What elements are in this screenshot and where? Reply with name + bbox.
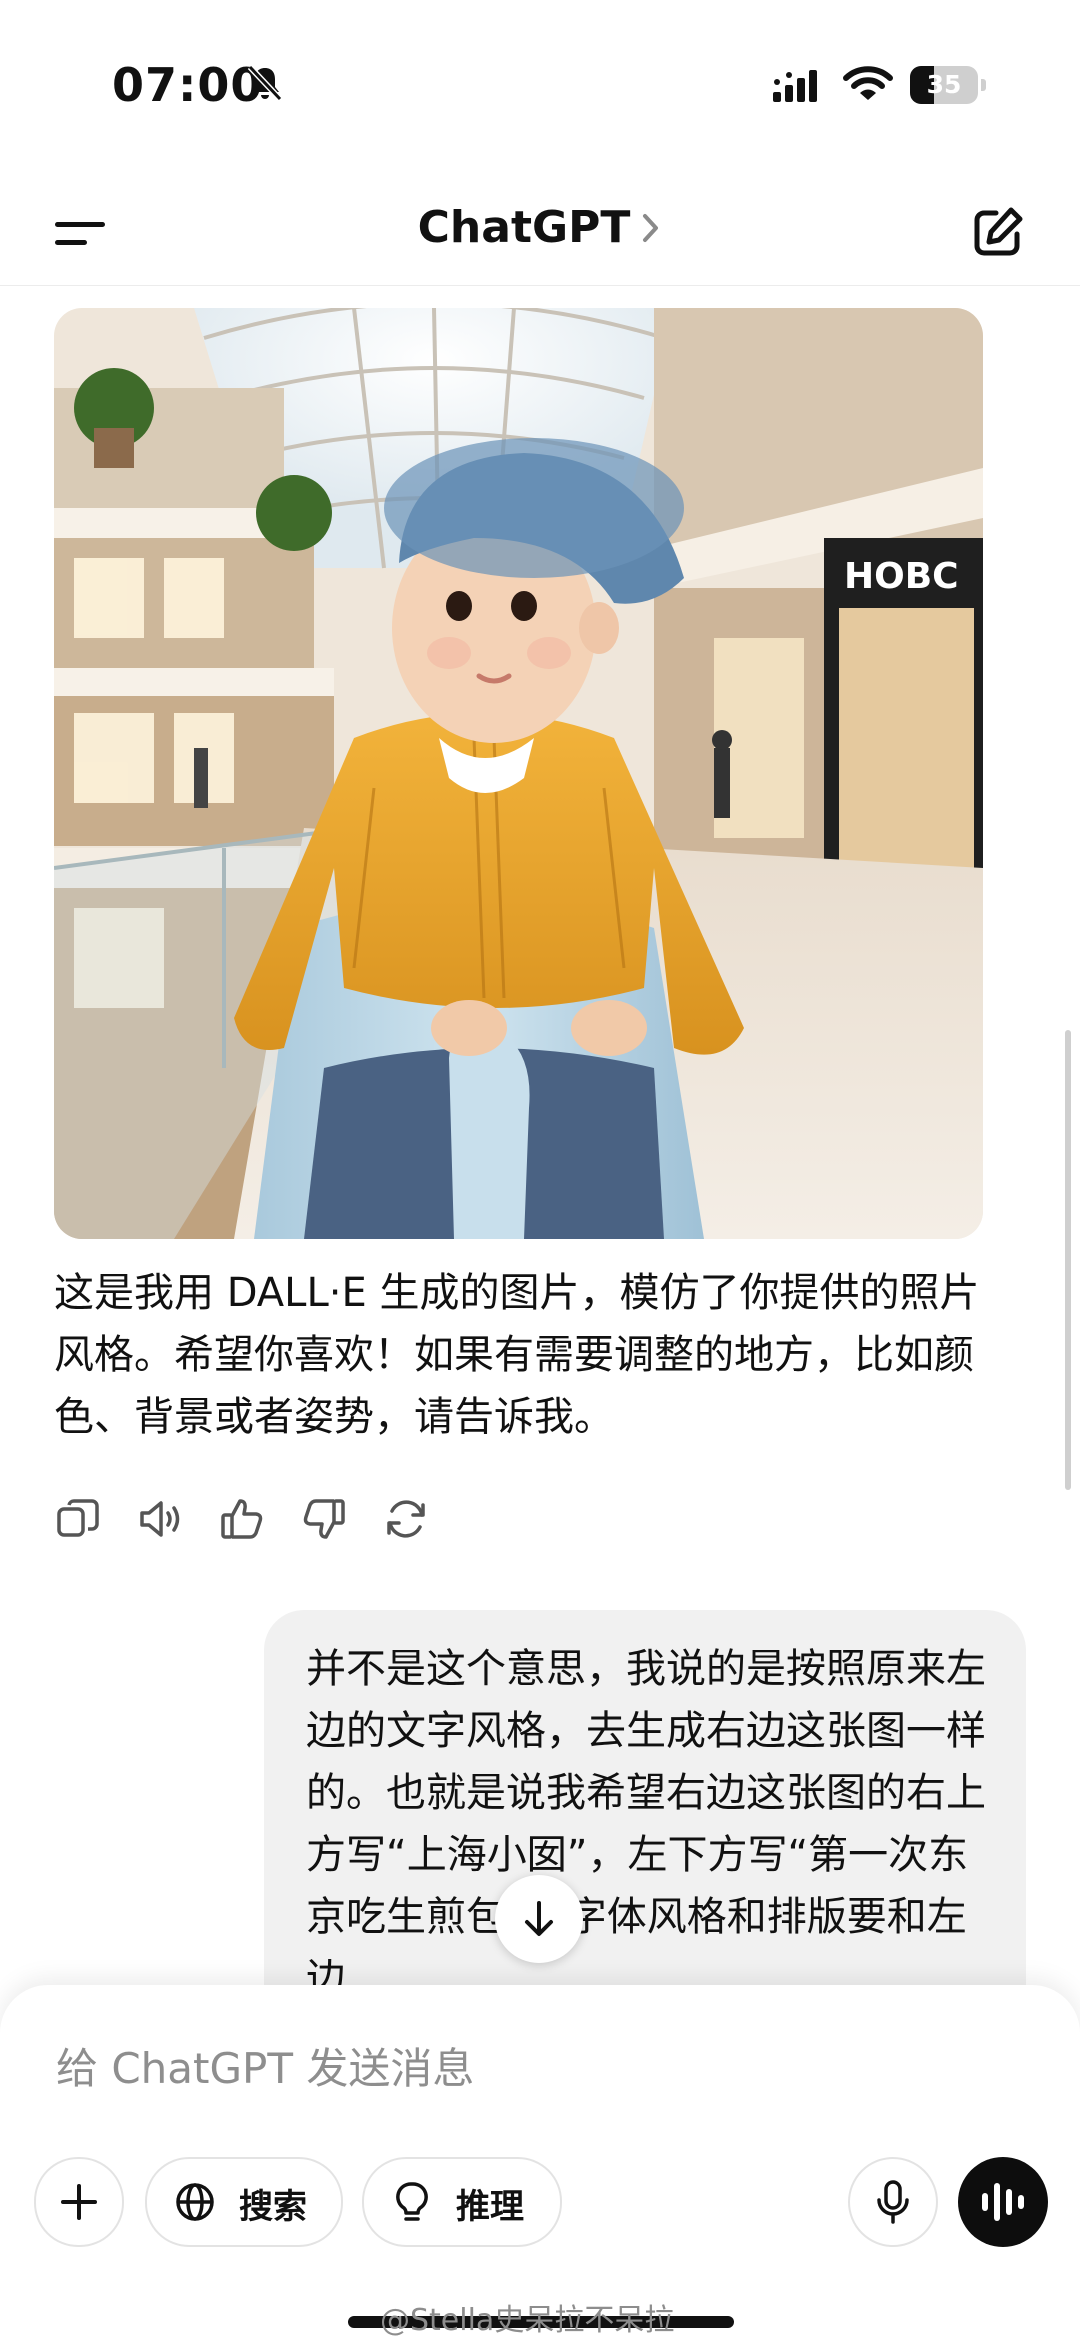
battery-level: 35 — [926, 70, 962, 99]
scroll-to-bottom-button[interactable] — [495, 1875, 583, 1963]
copy-icon[interactable] — [54, 1495, 102, 1543]
user-message-text: 并不是这个意思，我说的是按照原来左边的文字风格，去生成右边这张图一样的。也就是说… — [306, 1646, 986, 2002]
store-sign-text: HOBC — [844, 556, 959, 597]
search-button[interactable]: 搜索 — [145, 2157, 343, 2247]
microphone-icon — [877, 2180, 909, 2224]
plus-icon — [61, 2184, 97, 2220]
assistant-message-text: 这是我用 DALL·E 生成的图片，模仿了你提供的照片风格。希望你喜欢！如果有需… — [54, 1270, 980, 1440]
scrollbar[interactable] — [1065, 1030, 1071, 1490]
thumbs-down-icon[interactable] — [300, 1495, 348, 1543]
user-message-bubble: 并不是这个意思，我说的是按照原来左边的文字风格，去生成右边这张图一样的。也就是说… — [264, 1610, 1026, 2030]
voice-mode-button[interactable] — [958, 2157, 1048, 2247]
thumbs-up-icon[interactable] — [218, 1495, 266, 1543]
bell-slash-icon — [247, 64, 283, 102]
reason-label: 推理 — [456, 2187, 524, 2227]
status-bar: 07:00 35 — [0, 0, 1080, 170]
watermark: @Stella史呆拉不呆拉 — [380, 2303, 675, 2338]
page-title: ChatGPT — [417, 202, 631, 253]
chevron-right-icon — [643, 213, 659, 242]
read-aloud-icon[interactable] — [136, 1495, 184, 1543]
arrow-down-icon — [525, 1901, 553, 1936]
generated-image[interactable]: HOBC — [54, 308, 983, 1239]
app-header: ChatGPT — [0, 180, 1080, 286]
attach-button[interactable] — [34, 2157, 124, 2247]
wifi-icon — [843, 66, 893, 100]
model-selector[interactable]: ChatGPT — [0, 202, 1080, 253]
new-chat-icon[interactable] — [970, 204, 1026, 260]
microphone-button[interactable] — [848, 2157, 938, 2247]
globe-icon — [176, 2183, 214, 2221]
status-time: 07:00 — [112, 58, 264, 112]
message-input[interactable]: 给 ChatGPT 发送消息 — [56, 2035, 474, 2096]
cellular-signal-icon — [773, 70, 817, 102]
search-label: 搜索 — [239, 2187, 307, 2227]
battery-icon: 35 — [910, 66, 986, 104]
regenerate-icon[interactable] — [382, 1495, 430, 1543]
lightbulb-icon — [396, 2182, 428, 2221]
reason-button[interactable]: 推理 — [362, 2157, 562, 2247]
voice-mode-icon — [982, 2183, 1024, 2221]
